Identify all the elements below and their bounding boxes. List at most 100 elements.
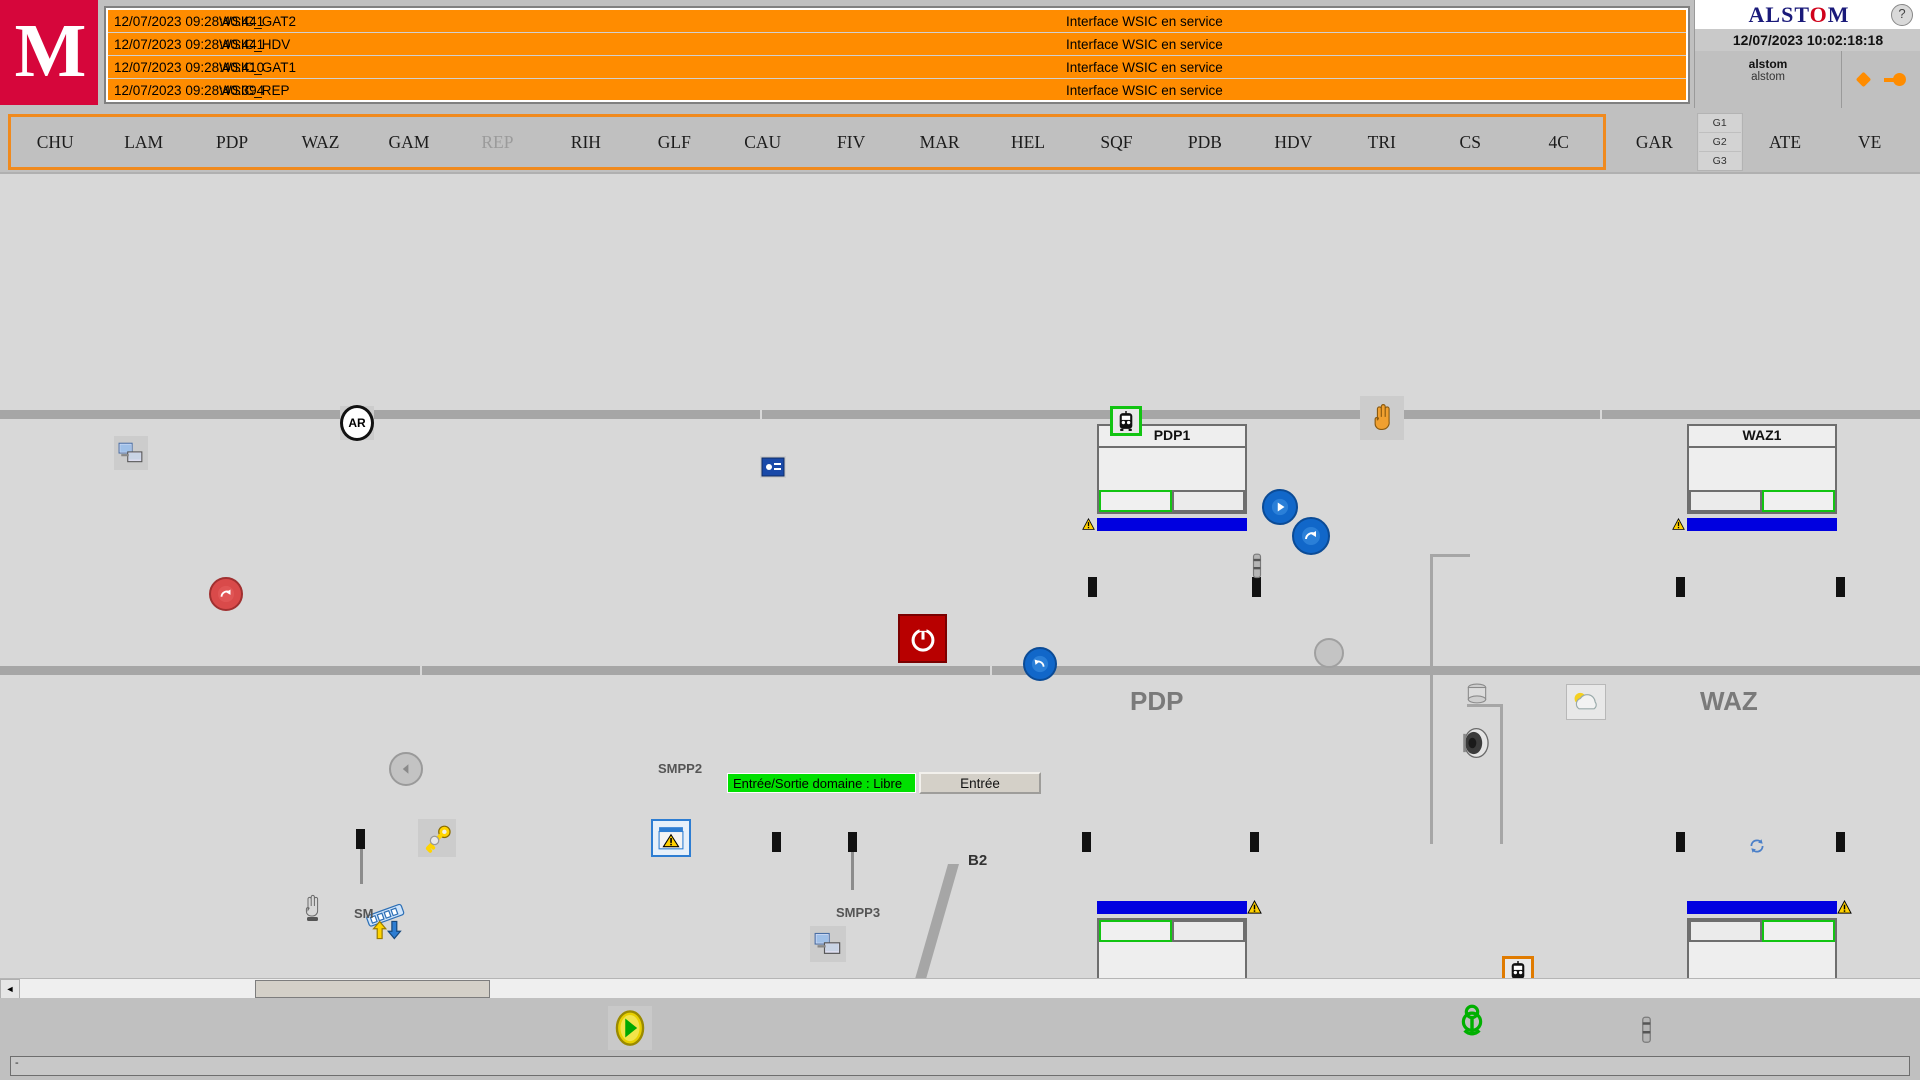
signal-block[interactable] [1082,832,1091,852]
pdp1-cells [1099,490,1245,512]
signal-block[interactable] [772,832,781,852]
tab-chu[interactable]: CHU [11,132,99,153]
redirect-arrow-button[interactable] [1292,517,1330,555]
logo-letter: M [14,8,87,93]
station-block-pdp2[interactable]: PDP2 [1097,899,1262,980]
clock-display: 12/07/2023 10:02:18:18 [1695,29,1920,51]
waz1-cell-right[interactable] [1762,490,1835,512]
signal-block[interactable] [1836,577,1845,597]
emergency-exit-icon[interactable] [1452,1000,1492,1046]
signal-block[interactable] [1676,832,1685,852]
key-indicator-icon[interactable] [1883,72,1906,86]
speaker-icon[interactable] [1456,724,1494,762]
bollard-icon[interactable] [1250,552,1264,582]
sync-icon[interactable] [1748,837,1766,855]
user-name: alstom [1748,57,1788,71]
bollard-icon-bottom[interactable] [1638,1014,1654,1048]
alarm-list[interactable]: 12/07/2023 09:28:40:441 WSIC_GAT2 Interf… [108,10,1686,100]
play-status-icon[interactable] [608,1006,652,1050]
warning-icon[interactable] [1837,899,1852,915]
tab-ve[interactable]: VE [1827,132,1912,153]
alarm-time: 12/07/2023 09:28:40:410 [114,59,265,75]
tab-hel[interactable]: HEL [984,132,1072,153]
tab-glf[interactable]: GLF [630,132,718,153]
tab-sqf[interactable]: SQF [1072,132,1160,153]
user-profile: alstom [1751,71,1785,83]
train-icon-waz2[interactable] [1502,956,1534,980]
tank-icon[interactable] [1462,679,1492,709]
alarm-row[interactable]: 12/07/2023 09:28:40:441 WSIC_GAT2 Interf… [108,10,1686,33]
pdp1-cell-right[interactable] [1172,490,1245,512]
tab-rep[interactable]: REP [453,132,541,153]
tab-waz[interactable]: WAZ [276,132,364,153]
signal-block[interactable] [356,829,365,849]
warning-icon[interactable] [1671,517,1686,531]
pdp2-cell-right[interactable] [1172,920,1245,942]
scroll-left-arrow-icon[interactable]: ◄ [0,979,20,999]
emergency-power-button[interactable] [898,614,947,663]
warning-icon[interactable] [1081,517,1096,531]
diamond-indicator-icon[interactable] [1855,71,1871,88]
smpp2-alarm-icon[interactable] [651,819,691,857]
tab-lam[interactable]: LAM [99,132,187,153]
tab-hdv[interactable]: HDV [1249,132,1337,153]
waz1-cell-left[interactable] [1689,490,1762,512]
station-block-waz1[interactable]: WAZ1 [1672,424,1837,531]
signal-block[interactable] [1836,832,1845,852]
tab-cs[interactable]: CS [1426,132,1514,153]
alarm-message: Interface WSIC en service [1066,82,1223,98]
horizontal-scrollbar[interactable]: ◄ [0,978,1920,999]
track-schematic: PDP WAZ PDP1 WAZ1 AR SMPP2 SMPP3 SM B2 E… [0,172,1920,980]
alarm-row[interactable]: 12/07/2023 09:28:40:441 WSIC_HDV Interfa… [108,33,1686,56]
ar-marker[interactable]: AR [340,405,374,441]
entree-button[interactable]: Entrée [919,772,1041,794]
redirect-red-button[interactable] [209,577,243,611]
signal-block[interactable] [848,832,857,852]
alarm-row[interactable]: 12/07/2023 09:28:40:394 WSIC_REP Interfa… [108,79,1686,100]
tab-tri[interactable]: TRI [1338,132,1426,153]
undo-arrow-button[interactable] [1023,647,1057,681]
tab-pdb[interactable]: PDB [1161,132,1249,153]
navigation-right-group: GAR G1 G2 G3 ATE VE [1612,113,1912,171]
manual-control-icon[interactable] [1360,396,1404,440]
signal-block[interactable] [1250,832,1259,852]
back-arrow-button[interactable] [389,752,423,786]
waz2-status-band [1687,899,1852,914]
tab-fiv[interactable]: FIV [807,132,895,153]
group-g3[interactable]: G3 [1698,152,1741,170]
tab-4c[interactable]: 4C [1514,132,1602,153]
scroll-thumb[interactable] [255,980,490,998]
track-tick [1600,410,1602,419]
workstation-icon-2[interactable] [810,926,846,962]
tab-gam[interactable]: GAM [365,132,453,153]
tab-mar[interactable]: MAR [895,132,983,153]
tab-cau[interactable]: CAU [719,132,807,153]
group-g2[interactable]: G2 [1698,133,1741,152]
station-tabs: CHU LAM PDP WAZ GAM REP RIH GLF CAU FIV … [8,114,1606,170]
tab-pdp[interactable]: PDP [188,132,276,153]
track-tick [760,410,762,419]
weather-icon[interactable] [1566,684,1606,720]
waz2-cell-left[interactable] [1689,920,1762,942]
signal-block[interactable] [1088,577,1097,597]
warning-icon[interactable] [1247,899,1262,915]
tab-rih[interactable]: RIH [542,132,630,153]
tab-ate[interactable]: ATE [1743,132,1828,153]
application-window: M 12/07/2023 09:28:40:441 WSIC_GAT2 Inte… [0,0,1920,1080]
key-permit-icon[interactable] [418,819,456,857]
play-forward-button[interactable] [1262,489,1298,525]
pdp1-cell-left[interactable] [1099,490,1172,512]
station-block-pdp1[interactable]: PDP1 [1082,424,1247,531]
signal-block[interactable] [1676,577,1685,597]
waz2-cell-right[interactable] [1762,920,1835,942]
pdp2-cell-left[interactable] [1099,920,1172,942]
workstation-icon[interactable] [114,436,148,470]
status-indicator-grey[interactable] [1314,638,1344,668]
hand-stop-icon[interactable] [300,890,326,924]
tab-gar[interactable]: GAR [1612,132,1697,153]
group-g1[interactable]: G1 [1698,114,1741,133]
info-terminal-icon[interactable] [760,456,786,478]
station-block-waz2[interactable]: WAZ2 [1687,899,1852,980]
train-icon-pdp1[interactable] [1110,406,1142,436]
alarm-row[interactable]: 12/07/2023 09:28:40:410 WSIC_GAT1 Interf… [108,56,1686,79]
